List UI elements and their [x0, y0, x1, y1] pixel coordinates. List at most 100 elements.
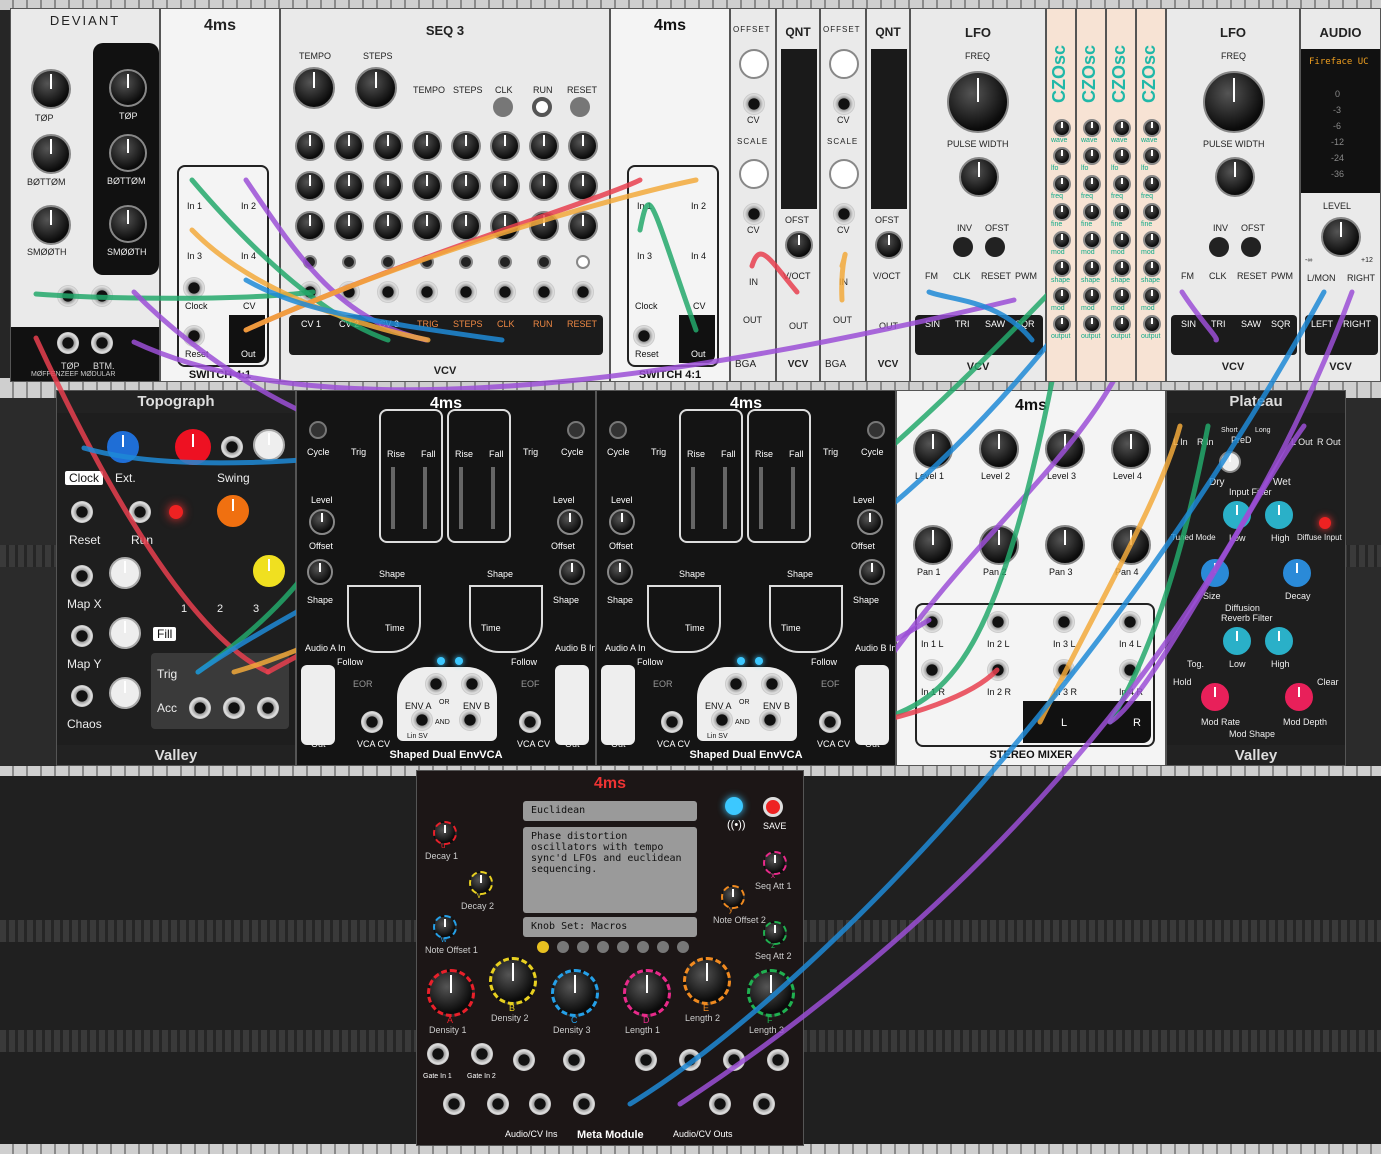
gate-in-2-jack[interactable] [471, 1043, 493, 1065]
knob-set-display[interactable]: Knob Set: Macros [523, 917, 697, 937]
offset-knob[interactable] [739, 49, 769, 79]
bottom-knob[interactable] [109, 134, 147, 172]
gate-button[interactable] [498, 255, 512, 269]
czosc-control[interactable] [1083, 315, 1101, 333]
top-jack[interactable] [57, 332, 79, 354]
clk-button[interactable] [493, 97, 513, 117]
cv-jack[interactable] [743, 203, 765, 225]
audio-out-5-jack[interactable] [635, 1049, 657, 1071]
czosc-control[interactable] [1053, 259, 1071, 277]
audio-out-4-jack[interactable] [753, 1093, 775, 1115]
step-knob[interactable] [451, 171, 481, 201]
tempo-knob[interactable] [293, 67, 335, 109]
swing-amount-knob[interactable] [217, 495, 249, 527]
vca-cv-jack[interactable] [519, 711, 541, 733]
input-jack[interactable] [1119, 611, 1141, 633]
audio-in-3-jack[interactable] [529, 1093, 551, 1115]
page-dot[interactable] [657, 941, 669, 953]
swing-knob[interactable] [253, 429, 285, 461]
map-y-knob[interactable] [109, 617, 141, 649]
slider-fader[interactable] [423, 467, 427, 529]
env-out-jack[interactable] [761, 673, 783, 695]
czosc-control[interactable] [1113, 315, 1131, 333]
level-knob[interactable] [857, 509, 883, 535]
macro-knob[interactable] [489, 957, 537, 1005]
env-out-jack[interactable] [759, 709, 781, 731]
slider-fader[interactable] [491, 467, 495, 529]
step-knob[interactable] [568, 131, 598, 161]
czosc-control[interactable] [1113, 259, 1131, 277]
step-knob[interactable] [373, 171, 403, 201]
step-knob[interactable] [412, 211, 442, 241]
level-knob[interactable] [309, 509, 335, 535]
diffuse-led[interactable] [1319, 517, 1331, 529]
gate-button[interactable] [459, 255, 473, 269]
page-dot[interactable] [557, 941, 569, 953]
page-dot[interactable] [577, 941, 589, 953]
czosc-control[interactable] [1083, 231, 1101, 249]
decay-knob[interactable] [1283, 559, 1311, 587]
pan-knob[interactable] [1045, 525, 1085, 565]
level-knob[interactable] [1111, 429, 1151, 469]
step-gate-jack[interactable] [494, 281, 516, 303]
run-jack[interactable] [129, 501, 151, 523]
step-knob[interactable] [412, 171, 442, 201]
input-jack[interactable] [987, 611, 1009, 633]
page-dot[interactable] [637, 941, 649, 953]
smooth-knob[interactable] [31, 205, 71, 245]
step-gate-jack[interactable] [416, 281, 438, 303]
vca-cv-jack[interactable] [361, 711, 383, 733]
device-name[interactable]: Fireface UC [1309, 57, 1369, 67]
czosc-control[interactable] [1083, 175, 1101, 193]
reset-jack[interactable] [633, 325, 655, 347]
top-knob[interactable] [109, 69, 147, 107]
cycle-button[interactable] [309, 421, 327, 439]
cv-jack[interactable] [743, 93, 765, 115]
czosc-control[interactable] [1143, 147, 1161, 165]
gate-button[interactable] [537, 255, 551, 269]
input-jack[interactable] [1053, 659, 1075, 681]
page-dot[interactable] [617, 941, 629, 953]
gate-button[interactable] [576, 255, 590, 269]
slider-fader[interactable] [459, 467, 463, 529]
ofst-knob[interactable] [785, 231, 813, 259]
note-keyboard[interactable] [781, 49, 817, 209]
macro-knob[interactable] [683, 957, 731, 1005]
tempo-knob[interactable] [107, 431, 139, 463]
freq-knob[interactable] [947, 71, 1009, 133]
step-knob[interactable] [334, 131, 364, 161]
level-knob[interactable] [1045, 429, 1085, 469]
input-jack[interactable] [921, 659, 943, 681]
map-x-jack[interactable] [71, 565, 93, 587]
small-knob[interactable] [469, 871, 493, 895]
size-knob[interactable] [1201, 559, 1229, 587]
audio-in-4-jack[interactable] [573, 1093, 595, 1115]
inv-switch[interactable] [953, 237, 973, 257]
gate-button[interactable] [420, 255, 434, 269]
input-jack[interactable] [921, 611, 943, 633]
mod-depth-knob[interactable] [1285, 683, 1313, 711]
czosc-control[interactable] [1143, 315, 1161, 333]
input-high-knob[interactable] [1265, 501, 1293, 529]
small-knob[interactable] [763, 921, 787, 945]
step-knob[interactable] [490, 211, 520, 241]
smooth-knob[interactable] [109, 205, 147, 243]
step-knob[interactable] [412, 131, 442, 161]
czosc-control[interactable] [1053, 315, 1071, 333]
reverb-low-knob[interactable] [1223, 627, 1251, 655]
cycle-button[interactable] [567, 421, 585, 439]
input-jack[interactable] [1053, 611, 1075, 633]
density-knob[interactable] [253, 555, 285, 587]
btm-jack[interactable] [91, 285, 113, 307]
audio-in-1-jack[interactable] [443, 1093, 465, 1115]
czosc-control[interactable] [1143, 231, 1161, 249]
page-dot[interactable] [597, 941, 609, 953]
step-knob[interactable] [373, 131, 403, 161]
czosc-control[interactable] [1053, 147, 1071, 165]
macro-knob[interactable] [551, 969, 599, 1017]
slider-fader[interactable] [391, 467, 395, 529]
fill-tag[interactable]: Fill [153, 627, 177, 641]
czosc-control[interactable] [1053, 287, 1071, 305]
czosc-control[interactable] [1143, 203, 1161, 221]
vca-cv-jack[interactable] [819, 711, 841, 733]
